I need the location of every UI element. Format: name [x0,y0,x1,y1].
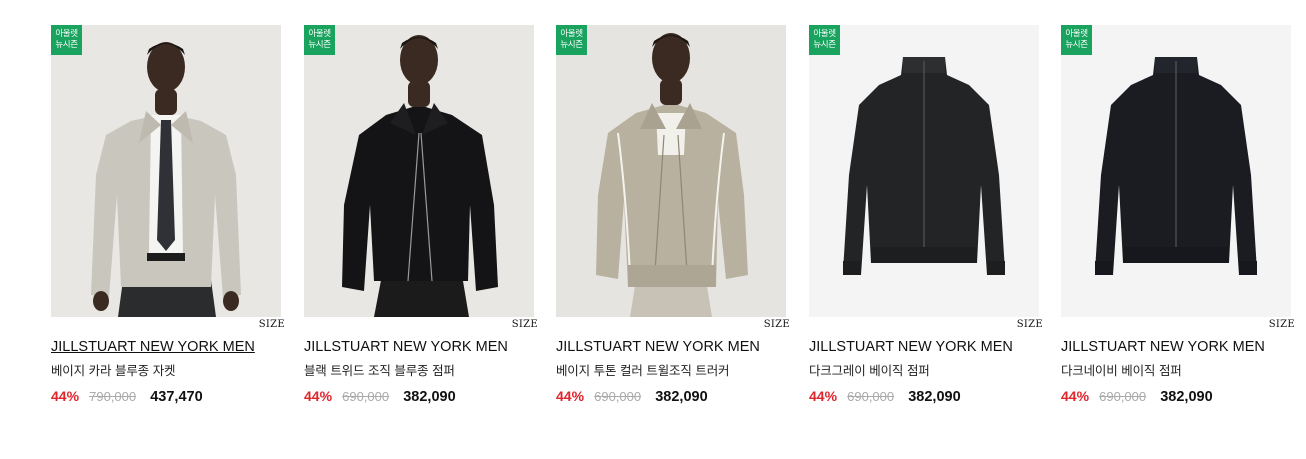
sale-price: 437,470 [150,389,203,405]
brand-name[interactable]: JILLSTUART NEW YORK MEN [304,339,508,355]
badge-line-2: 뉴시즌 [308,40,331,50]
outlet-new-season-badge: 아울렛 뉴시즌 [1061,25,1092,55]
discount-rate: 44% [304,388,333,404]
product-card[interactable]: 아울렛 뉴시즌 SIZE JILLSTUART NEW YORK MEN 다크그… [809,25,1043,405]
badge-line-2: 뉴시즌 [1065,40,1088,50]
sale-price: 382,090 [655,389,708,405]
sale-price: 382,090 [1160,389,1213,405]
discount-rate: 44% [1061,388,1090,404]
price-row: 44% 690,000 382,090 [304,386,456,405]
model-photo-black-tweed-jumper [304,25,534,317]
badge-line-2: 뉴시즌 [560,40,583,50]
product-card[interactable]: 아울렛 뉴시즌 SIZE JILLSTUART NEW YORK MEN 블랙 … [304,25,538,405]
outlet-new-season-badge: 아울렛 뉴시즌 [556,25,587,55]
badge-line-2: 뉴시즌 [813,40,836,50]
product-name[interactable]: 베이지 투톤 컬러 트윌조직 트러커 [556,360,729,379]
size-link[interactable]: SIZE [1017,319,1043,330]
product-card[interactable]: 아울렛 뉴시즌 SIZE JILLSTUART NEW YORK MEN 다크네… [1061,25,1295,405]
original-price: 690,000 [594,389,642,404]
price-row: 44% 790,000 437,470 [51,386,203,405]
product-image[interactable]: 아울렛 뉴시즌 [1061,25,1291,317]
size-link[interactable]: SIZE [512,319,538,330]
outlet-new-season-badge: 아울렛 뉴시즌 [51,25,82,55]
flat-photo-dark-navy-jumper [1061,25,1291,317]
sale-price: 382,090 [403,389,456,405]
product-name[interactable]: 다크네이비 베이직 점퍼 [1061,360,1182,379]
outlet-new-season-badge: 아울렛 뉴시즌 [809,25,840,55]
badge-line-1: 아울렛 [813,29,836,39]
badge-line-1: 아울렛 [308,29,331,39]
product-name[interactable]: 블랙 트위드 조직 블루종 점퍼 [304,360,455,379]
price-row: 44% 690,000 382,090 [1061,386,1213,405]
brand-name[interactable]: JILLSTUART NEW YORK MEN [809,339,1013,355]
product-image[interactable]: 아울렛 뉴시즌 [809,25,1039,317]
price-row: 44% 690,000 382,090 [556,386,708,405]
badge-line-2: 뉴시즌 [55,40,78,50]
original-price: 690,000 [847,389,895,404]
product-name[interactable]: 베이지 카라 블루종 자켓 [51,360,176,379]
sale-price: 382,090 [908,389,961,405]
product-grid: 아울렛 뉴시즌 SIZE JILLSTUART NEW YORK MEN 베이지… [0,0,1306,459]
flat-photo-dark-gray-jumper [809,25,1039,317]
product-image[interactable]: 아울렛 뉴시즌 [304,25,534,317]
product-image[interactable]: 아울렛 뉴시즌 [51,25,281,317]
original-price: 690,000 [342,389,390,404]
badge-line-1: 아울렛 [55,29,78,39]
size-link[interactable]: SIZE [259,319,285,330]
product-card[interactable]: 아울렛 뉴시즌 SIZE JILLSTUART NEW YORK MEN 베이지… [556,25,790,405]
size-link[interactable]: SIZE [1269,319,1295,330]
brand-name[interactable]: JILLSTUART NEW YORK MEN [51,339,255,355]
model-photo-beige-jacket [51,25,281,317]
product-card[interactable]: 아울렛 뉴시즌 SIZE JILLSTUART NEW YORK MEN 베이지… [51,25,285,405]
original-price: 790,000 [89,389,137,404]
size-link[interactable]: SIZE [764,319,790,330]
brand-name[interactable]: JILLSTUART NEW YORK MEN [556,339,760,355]
product-image[interactable]: 아울렛 뉴시즌 [556,25,786,317]
brand-name[interactable]: JILLSTUART NEW YORK MEN [1061,339,1265,355]
discount-rate: 44% [51,388,80,404]
original-price: 690,000 [1099,389,1147,404]
badge-line-1: 아울렛 [560,29,583,39]
discount-rate: 44% [556,388,585,404]
badge-line-1: 아울렛 [1065,29,1088,39]
outlet-new-season-badge: 아울렛 뉴시즌 [304,25,335,55]
price-row: 44% 690,000 382,090 [809,386,961,405]
discount-rate: 44% [809,388,838,404]
product-name[interactable]: 다크그레이 베이직 점퍼 [809,360,930,379]
model-photo-beige-trucker [556,25,786,317]
